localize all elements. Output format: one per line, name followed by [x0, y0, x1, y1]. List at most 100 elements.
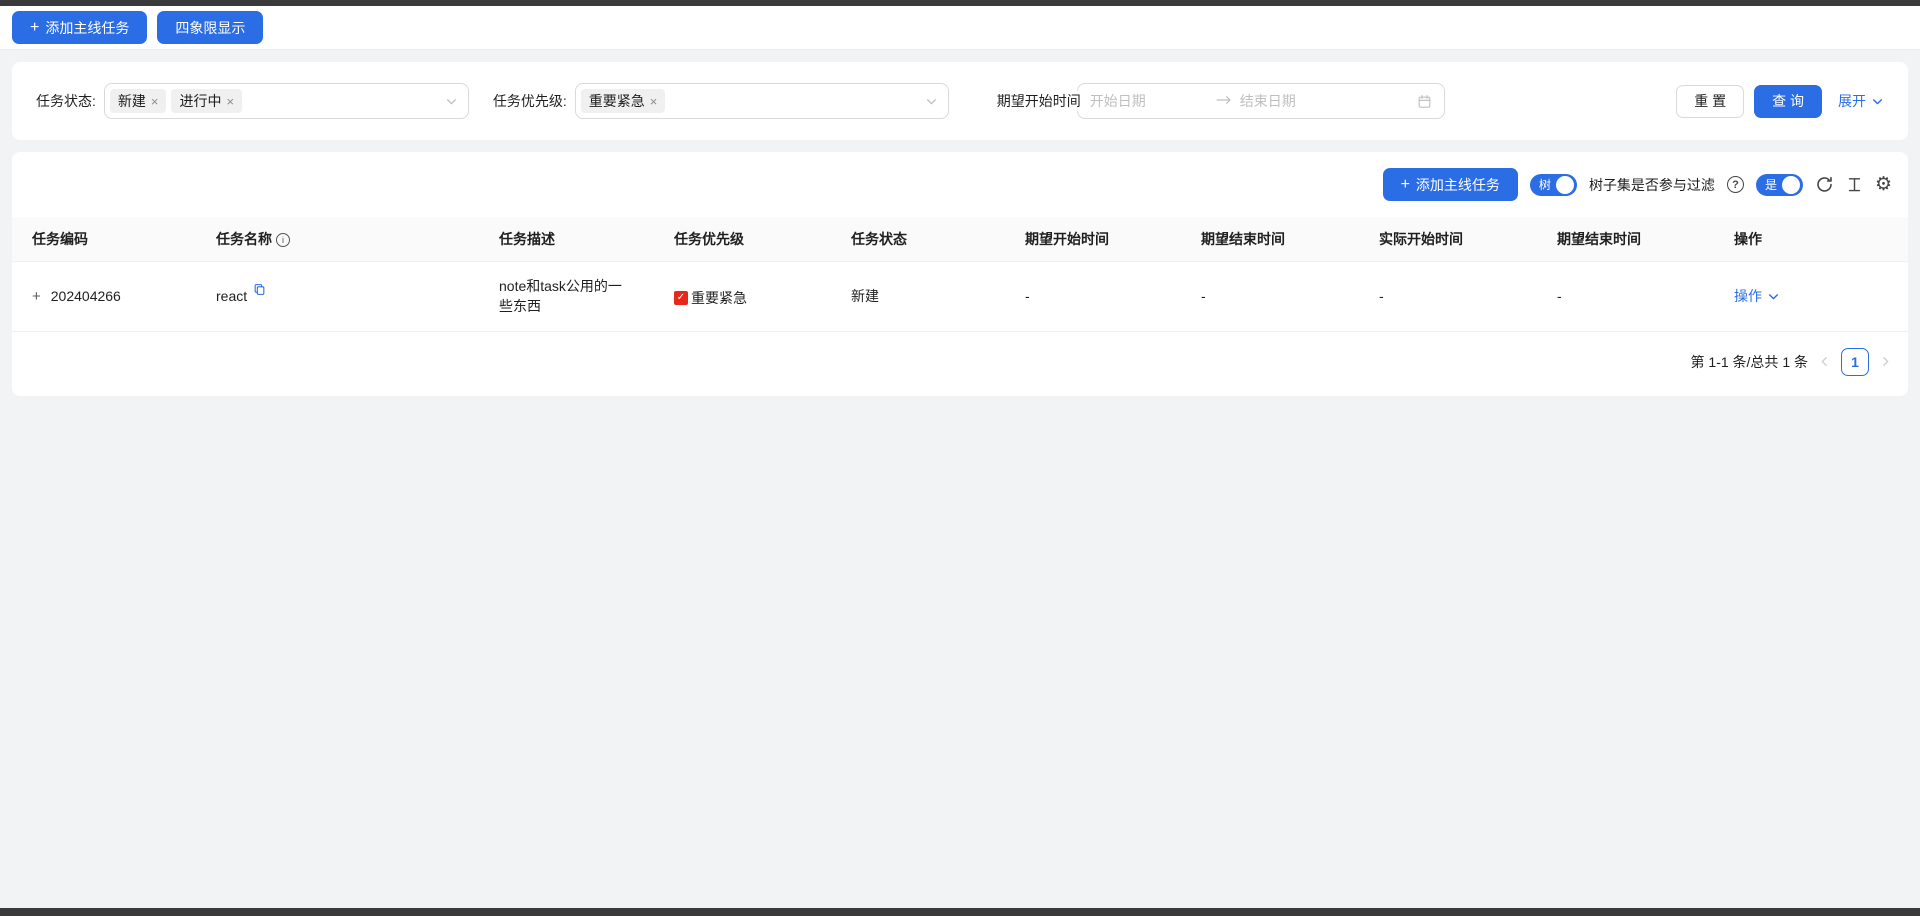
quadrant-display-label: 四象限显示 [175, 18, 245, 38]
table-row: + 202404266 react note和task公用的一些东西 ✓ [12, 262, 1908, 332]
switch-knob [1556, 176, 1574, 194]
chevron-down-icon [1767, 290, 1780, 303]
filter-actions: 重 置 查 询 展开 [1676, 85, 1884, 118]
cell-task-status: 新建 [831, 262, 1005, 332]
task-status-select[interactable]: 新建 × 进行中 × [104, 83, 469, 119]
row-action-dropdown[interactable]: 操作 [1734, 286, 1780, 306]
priority-tag-label: 重要紧急 [589, 91, 645, 111]
col-expected-start: 期望开始时间 [1005, 217, 1181, 262]
yes-switch-label: 是 [1765, 176, 1777, 193]
cell-task-name: react [196, 262, 479, 332]
cell-task-code: + 202404266 [12, 262, 196, 332]
task-priority-select[interactable]: 重要紧急 × [575, 83, 949, 119]
cell-task-priority: ✓ 重要紧急 [654, 262, 831, 332]
col-label: 任务状态 [851, 231, 907, 247]
info-circle-icon[interactable]: i [276, 233, 290, 247]
col-task-name: 任务名称 i [196, 217, 479, 262]
query-button[interactable]: 查 询 [1754, 85, 1822, 118]
switch-knob [1782, 176, 1800, 194]
tree-switch-label: 树 [1539, 176, 1551, 193]
refresh-icon[interactable] [1815, 175, 1834, 194]
priority-tag: 重要紧急 × [581, 89, 666, 113]
priority-check-icon: ✓ [674, 291, 688, 305]
status-tag: 进行中 × [171, 89, 242, 113]
calendar-icon [1417, 94, 1432, 109]
task-description-value: note和task公用的一些东西 [499, 278, 622, 314]
table-header-row: 任务编码 任务名称 i 任务描述 任务优先级 任务状态 期望开始时间 期望结束时间… [12, 217, 1908, 262]
col-actual-start: 实际开始时间 [1359, 217, 1537, 262]
page-number-button[interactable]: 1 [1841, 348, 1869, 376]
help-icon[interactable]: ? [1727, 176, 1744, 193]
date-range-picker[interactable] [1077, 83, 1445, 119]
pagination-total-text: 第 1-1 条/总共 1 条 [1691, 352, 1808, 372]
add-main-task-button-table[interactable]: + 添加主线任务 [1383, 168, 1518, 201]
col-task-priority: 任务优先级 [654, 217, 831, 262]
add-main-task-label: 添加主线任务 [1416, 175, 1500, 195]
task-priority-value: 重要紧急 [691, 288, 747, 308]
col-task-description: 任务描述 [479, 217, 654, 262]
task-status-value: 新建 [851, 288, 879, 304]
actual-end-value: - [1557, 288, 1562, 304]
query-label: 查 询 [1772, 91, 1804, 111]
col-label: 任务优先级 [674, 231, 744, 247]
end-date-input[interactable] [1240, 93, 1358, 109]
expected-start-value: - [1025, 288, 1030, 304]
plus-icon: + [30, 20, 39, 36]
expected-start-label: 期望开始时间 [997, 91, 1081, 111]
reset-label: 重 置 [1694, 91, 1726, 111]
task-status-label: 任务状态: [36, 91, 96, 111]
table-toolbar: + 添加主线任务 树 树子集是否参与过滤 ? 是 ⚙ [12, 168, 1908, 217]
actual-start-value: - [1379, 288, 1384, 304]
filter-expected-start: 期望开始时间 [973, 83, 1445, 119]
tag-close-icon[interactable]: × [151, 95, 159, 108]
task-priority-label: 任务优先级: [493, 91, 567, 111]
col-label: 操作 [1734, 231, 1762, 247]
prev-page-icon[interactable] [1818, 355, 1831, 368]
status-tag-label: 进行中 [179, 91, 221, 111]
cell-expected-end: - [1181, 262, 1359, 332]
task-table: 任务编码 任务名称 i 任务描述 任务优先级 任务状态 期望开始时间 期望结束时间… [12, 217, 1908, 332]
col-expected-end: 期望结束时间 [1181, 217, 1359, 262]
copy-icon[interactable] [253, 282, 266, 297]
row-height-icon[interactable] [1846, 176, 1863, 193]
expand-filters-link[interactable]: 展开 [1838, 91, 1884, 111]
col-actions: 操作 [1714, 217, 1908, 262]
page-number-label: 1 [1851, 354, 1859, 370]
cell-actual-start: - [1359, 262, 1537, 332]
cell-actions: 操作 [1714, 262, 1908, 332]
quadrant-display-button[interactable]: 四象限显示 [157, 11, 263, 44]
plus-icon: + [1401, 177, 1410, 193]
filter-task-status: 任务状态: 新建 × 进行中 × [36, 83, 469, 119]
filter-panel: 任务状态: 新建 × 进行中 × 任务优先级: 重要紧急 × [12, 62, 1908, 140]
reset-button[interactable]: 重 置 [1676, 85, 1744, 118]
settings-gear-icon[interactable]: ⚙ [1875, 175, 1892, 194]
pagination: 第 1-1 条/总共 1 条 1 [12, 332, 1908, 384]
cell-actual-end: - [1537, 262, 1714, 332]
start-date-input[interactable] [1090, 93, 1208, 109]
cell-expected-start: - [1005, 262, 1181, 332]
col-label: 任务名称 [216, 231, 272, 247]
status-tag-label: 新建 [118, 91, 146, 111]
col-label: 期望结束时间 [1201, 231, 1285, 247]
task-table-panel: + 添加主线任务 树 树子集是否参与过滤 ? 是 ⚙ 任务编码 [12, 152, 1908, 396]
expand-label: 展开 [1838, 91, 1866, 111]
tag-close-icon[interactable]: × [650, 95, 658, 108]
subtree-filter-switch[interactable]: 是 [1756, 174, 1803, 196]
expected-end-value: - [1201, 288, 1206, 304]
add-main-task-label: 添加主线任务 [45, 18, 129, 38]
col-label: 任务编码 [32, 231, 88, 247]
expand-row-icon[interactable]: + [32, 289, 41, 304]
col-actual-end: 期望结束时间 [1537, 217, 1714, 262]
col-task-code: 任务编码 [12, 217, 196, 262]
add-main-task-button[interactable]: + 添加主线任务 [12, 11, 147, 44]
chevron-down-icon [925, 95, 938, 111]
status-tag: 新建 × [110, 89, 167, 113]
next-page-icon[interactable] [1879, 355, 1892, 368]
tag-close-icon[interactable]: × [226, 95, 234, 108]
cell-task-description: note和task公用的一些东西 [479, 262, 654, 332]
task-code-value: 202404266 [51, 286, 121, 306]
row-action-label: 操作 [1734, 286, 1762, 306]
tree-mode-switch[interactable]: 树 [1530, 174, 1577, 196]
top-action-bar: + 添加主线任务 四象限显示 [0, 6, 1920, 50]
col-label: 期望开始时间 [1025, 231, 1109, 247]
